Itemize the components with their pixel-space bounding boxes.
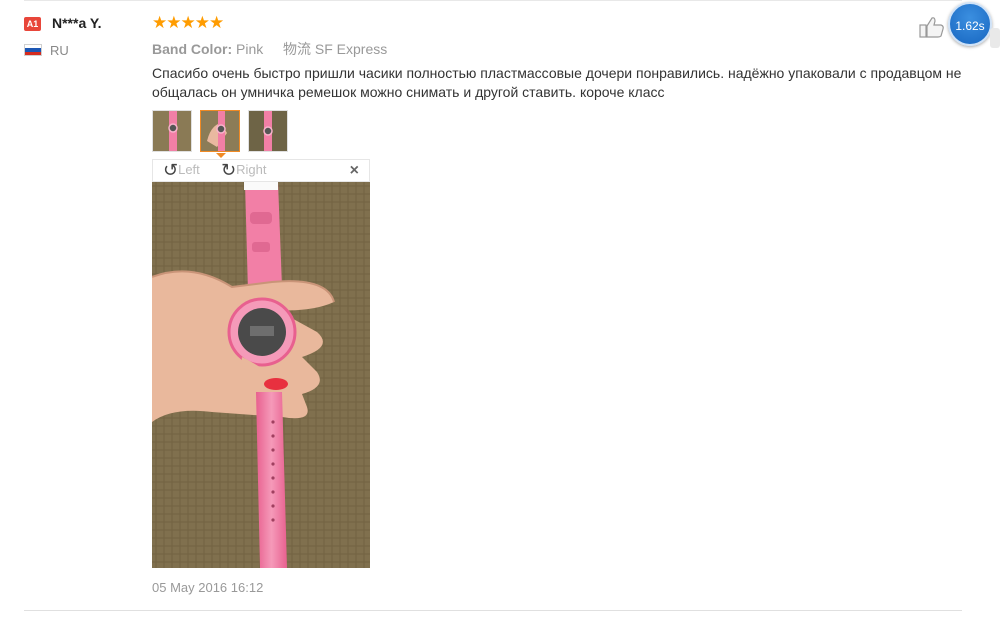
user-name: N***a Y. <box>52 15 102 31</box>
review-photo <box>152 182 370 568</box>
rotate-right-button[interactable]: ↻Right <box>221 160 267 180</box>
rotate-left-button[interactable]: ↺Left <box>163 160 200 180</box>
image-viewer-toolbar: ↺Left ↻Right × <box>152 159 370 182</box>
band-color-label: Band Color: <box>152 41 233 57</box>
band-color-value: Pink <box>236 41 264 57</box>
bottom-divider <box>24 610 962 611</box>
logistics-value: SF Express <box>314 41 388 57</box>
review-attributes: Band Color: Pink 物流 SF Express <box>152 39 387 59</box>
review-thumbnail[interactable] <box>248 110 288 152</box>
review-text: Спасибо очень быстро пришли часики полно… <box>152 65 962 100</box>
user-country: RU <box>50 43 69 58</box>
user-level-badge: A1 <box>24 17 41 31</box>
active-thumbnail-pointer <box>216 153 226 158</box>
top-divider <box>24 0 962 1</box>
star-rating: ★★★★★ <box>152 13 224 32</box>
scroll-handle[interactable] <box>990 28 1000 48</box>
rotate-right-icon: ↻ <box>221 160 237 180</box>
rotate-right-label: Right <box>236 162 267 177</box>
close-viewer-button[interactable]: × <box>350 162 359 180</box>
speed-badge: 1.62s <box>948 2 992 46</box>
logistics-label: 物流 <box>283 41 312 57</box>
review-date: 05 May 2016 16:12 <box>152 580 264 595</box>
russia-flag-icon <box>24 44 42 56</box>
thumbs-up-icon[interactable] <box>919 15 945 39</box>
rotate-left-icon: ↺ <box>163 160 179 180</box>
review-thumbnail-active[interactable] <box>200 110 240 152</box>
review-thumbnail[interactable] <box>152 110 192 152</box>
rotate-left-label: Left <box>178 162 200 177</box>
